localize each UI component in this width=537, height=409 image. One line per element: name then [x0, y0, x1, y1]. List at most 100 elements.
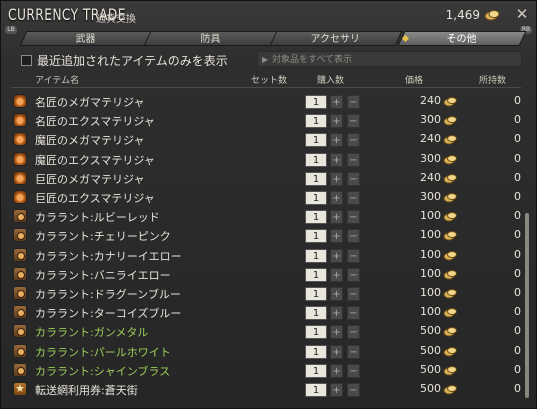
- item-name: カララント:バニライエロー: [35, 269, 171, 282]
- close-icon[interactable]: ✕: [514, 6, 530, 22]
- increase-button[interactable]: +: [330, 325, 343, 339]
- item-name: 魔匠のメガマテリジャ: [35, 134, 145, 147]
- decrease-button[interactable]: −: [347, 191, 360, 205]
- decrease-button[interactable]: −: [347, 114, 360, 128]
- quantity-input[interactable]: 1: [305, 306, 327, 320]
- currency-amount: 1,469: [445, 8, 480, 22]
- increase-button[interactable]: +: [330, 249, 343, 263]
- item-price: 100: [420, 209, 441, 222]
- table-row[interactable]: 巨匠のエクスマテリジャ 1 + − 300 0: [1, 188, 521, 207]
- table-row[interactable]: カララント:チェリーピンク 1 + − 100 0: [1, 226, 521, 245]
- tab-label: 武器: [75, 34, 96, 45]
- owned-count: 0: [514, 209, 521, 222]
- quantity-input[interactable]: 1: [305, 383, 327, 397]
- table-row[interactable]: 転送網利用券:蒼天街 1+− 500 0: [1, 380, 521, 399]
- quantity-input[interactable]: 1: [305, 364, 327, 378]
- quantity-input[interactable]: 1: [305, 133, 327, 147]
- table-row[interactable]: カララント:パールホワイト 1 + − 500 0: [1, 342, 521, 361]
- tab-armor[interactable]: 防具: [143, 31, 279, 46]
- table-row[interactable]: 名匠のメガマテリジャ 1 + − 240 0: [1, 92, 521, 111]
- decrease-button[interactable]: −: [347, 383, 360, 397]
- decrease-button[interactable]: −: [347, 133, 360, 147]
- table-row[interactable]: カララント:バニライエロー 1 + − 100 0: [1, 265, 521, 284]
- quantity-input[interactable]: 1: [305, 325, 327, 339]
- item-name: カララント:チェリーピンク: [35, 230, 171, 243]
- increase-button[interactable]: +: [330, 153, 343, 167]
- increase-button[interactable]: +: [330, 268, 343, 282]
- increase-button[interactable]: +: [330, 287, 343, 301]
- gil-coin-icon: [443, 347, 457, 357]
- decrease-button[interactable]: −: [347, 345, 360, 359]
- table-row[interactable]: 名匠のエクスマテリジャ 1 + − 300 0: [1, 111, 521, 130]
- gil-coin-icon: [443, 212, 457, 222]
- quantity-input[interactable]: 1: [305, 95, 327, 109]
- table-row[interactable]: カララント:カナリーイエロー 1 + − 100 0: [1, 246, 521, 265]
- tab-accessories[interactable]: アクセサリ: [269, 31, 403, 46]
- decrease-button[interactable]: −: [347, 306, 360, 320]
- item-name: 巨匠のエクスマテリジャ: [35, 192, 155, 205]
- table-row[interactable]: カララント:ルビーレッド 1 + − 100 0: [1, 207, 521, 226]
- tab-other[interactable]: その他: [397, 31, 527, 46]
- gil-coin-icon: [443, 135, 457, 145]
- owned-count: 0: [514, 132, 521, 145]
- recent-only-checkbox[interactable]: [21, 55, 32, 66]
- quantity-input[interactable]: 1: [305, 249, 327, 263]
- tab-label: アクセサリ: [310, 34, 361, 45]
- increase-button[interactable]: +: [330, 191, 343, 205]
- item-price: 300: [420, 152, 441, 165]
- materia-item-icon: [13, 132, 27, 146]
- item-price: 300: [420, 113, 441, 126]
- decrease-button[interactable]: −: [347, 249, 360, 263]
- show-all-button[interactable]: ▶ 対象品をすべて表示: [257, 51, 522, 67]
- increase-button[interactable]: +: [330, 345, 343, 359]
- item-price: 240: [420, 171, 441, 184]
- increase-button[interactable]: +: [330, 210, 343, 224]
- decrease-button[interactable]: −: [347, 229, 360, 243]
- owned-count: 0: [514, 171, 521, 184]
- item-name: カララント:シャインブラス: [35, 365, 171, 378]
- tab-weapons[interactable]: 武器: [19, 31, 153, 46]
- header-purchase-qty: 購入数: [317, 76, 345, 86]
- item-price: 100: [420, 305, 441, 318]
- increase-button[interactable]: +: [330, 229, 343, 243]
- quantity-input[interactable]: 1: [305, 268, 327, 282]
- decrease-button[interactable]: −: [347, 95, 360, 109]
- table-row[interactable]: 魔匠のメガマテリジャ 1 + − 240 0: [1, 130, 521, 149]
- increase-button[interactable]: +: [330, 383, 343, 397]
- gil-coin-icon: [443, 231, 457, 241]
- increase-button[interactable]: +: [330, 95, 343, 109]
- decrease-button[interactable]: −: [347, 364, 360, 378]
- header-item-name: アイテム名: [35, 76, 80, 86]
- increase-button[interactable]: +: [330, 306, 343, 320]
- decrease-button[interactable]: −: [347, 325, 360, 339]
- decrease-button[interactable]: −: [347, 172, 360, 186]
- increase-button[interactable]: +: [330, 364, 343, 378]
- owned-count: 0: [514, 228, 521, 241]
- table-row[interactable]: カララント:ガンメタル 1 + − 500 0: [1, 322, 521, 341]
- decrease-button[interactable]: −: [347, 268, 360, 282]
- table-row[interactable]: 魔匠のエクスマテリジャ 1 + − 300 0: [1, 150, 521, 169]
- increase-button[interactable]: +: [330, 114, 343, 128]
- table-row[interactable]: 巨匠のメガマテリジャ 1 + − 240 0: [1, 169, 521, 188]
- quantity-input[interactable]: 1: [305, 191, 327, 205]
- decrease-button[interactable]: −: [347, 287, 360, 301]
- quantity-input[interactable]: 1: [305, 114, 327, 128]
- scrollbar-thumb[interactable]: [525, 213, 529, 398]
- increase-button[interactable]: +: [330, 172, 343, 186]
- quantity-input[interactable]: 1: [305, 153, 327, 167]
- table-row[interactable]: カララント:ドラグーンブルー 1 + − 100 0: [1, 284, 521, 303]
- table-row[interactable]: カララント:シャインブラス 1 + − 500 0: [1, 361, 521, 380]
- increase-button[interactable]: +: [330, 133, 343, 147]
- quantity-input[interactable]: 1: [305, 345, 327, 359]
- decrease-button[interactable]: −: [347, 210, 360, 224]
- quantity-input[interactable]: 1: [305, 172, 327, 186]
- table-row[interactable]: カララント:ターコイズブルー 1 + − 100 0: [1, 303, 521, 322]
- title-bar[interactable]: CURRENCY TRADE 通貨交換 1,469 ✕: [1, 1, 537, 29]
- dye-item-icon: [13, 363, 27, 377]
- decrease-button[interactable]: −: [347, 153, 360, 167]
- quantity-input[interactable]: 1: [305, 287, 327, 301]
- quantity-input[interactable]: 1: [305, 229, 327, 243]
- item-name: カララント:ルビーレッド: [35, 211, 160, 224]
- quantity-input[interactable]: 1: [305, 210, 327, 224]
- currency-trade-window: CURRENCY TRADE 通貨交換 1,469 ✕ LB RB 武器 防具 …: [0, 0, 537, 409]
